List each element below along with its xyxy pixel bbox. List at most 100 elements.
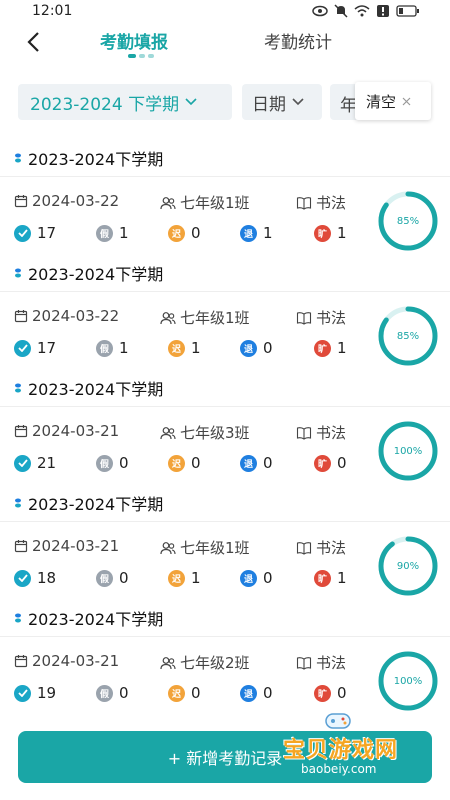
attendance-record-card[interactable]: 2024-03-21 七年级3班 书法 21 假 0 迟 0 退 0 旷 0 1… [0, 408, 450, 485]
attendance-rate-ring: 85% [377, 305, 439, 367]
people-icon [160, 311, 176, 324]
back-icon[interactable] [22, 30, 46, 54]
attendance-rate-label: 100% [393, 675, 423, 687]
record-group: 2023-2024下学期 2024-03-21 七年级1班 书法 18 假 0 … [0, 485, 450, 600]
early-leave-count: 退 0 [240, 684, 273, 702]
present-count: 19 [14, 684, 56, 702]
attendance-rate-label: 100% [393, 445, 423, 457]
record-subject: 书法 [296, 307, 346, 328]
absent-value: 0 [337, 684, 347, 702]
term-header: 2023-2024下学期 [0, 255, 163, 291]
early-leave-badge-icon: 退 [240, 339, 257, 357]
attendance-record-card[interactable]: 2024-03-22 七年级1班 书法 17 [0, 178, 450, 255]
term-header: 2023-2024下学期 [0, 485, 163, 521]
term-marker-icon [15, 498, 21, 508]
attendance-rate-label: 85% [396, 215, 420, 227]
present-value: 17 [37, 224, 57, 242]
watermark-text: 宝贝游戏网 [283, 738, 399, 763]
date-filter-dropdown[interactable]: 日期 [242, 84, 322, 120]
term-filter-label: 2023-2024 下学期 [30, 94, 180, 115]
attendance-record-card[interactable]: 2024-03-22 七年级1班 书法 17 [0, 293, 450, 370]
term-marker-icon [15, 383, 21, 393]
record-date-text: 2024-03-22 [32, 192, 120, 210]
present-check-icon [14, 684, 31, 702]
status-time: 12:01 [32, 3, 73, 19]
record-date: 2024-03-21 [14, 652, 119, 670]
attendance-record-card[interactable]: 2024-03-21 七年级1班 书法 18 假 0 迟 1 退 0 旷 1 9… [0, 523, 450, 600]
calendar-icon [14, 195, 28, 208]
calendar-icon [14, 540, 28, 553]
status-bar: 12:01 [0, 0, 450, 24]
absent-count: 旷 1 [314, 224, 347, 242]
record-date: 2024-03-22 [14, 307, 119, 325]
divider [0, 406, 450, 407]
people-icon [160, 426, 176, 439]
present-check-icon [14, 224, 31, 242]
clear-filters-button[interactable]: 清空 [355, 82, 431, 120]
late-badge-icon: 迟 [168, 339, 185, 357]
tab-attendance-stats[interactable]: 考勤统计 [264, 28, 332, 53]
filter-bar: 2023-2024 下学期 日期 年 清空 [0, 80, 450, 124]
late-badge-icon: 迟 [168, 224, 185, 242]
term-filter-dropdown[interactable]: 2023-2024 下学期 [18, 84, 232, 120]
people-icon [160, 656, 176, 669]
calendar-icon [14, 655, 28, 668]
leave-count: 假 1 [96, 224, 129, 242]
present-check-icon [14, 454, 31, 472]
absent-badge-icon: 旷 [314, 684, 331, 702]
people-icon [160, 541, 176, 554]
leave-value: 1 [119, 224, 129, 242]
early-leave-count: 退 1 [240, 224, 273, 242]
tab-attendance-entry[interactable]: 考勤填报 [100, 28, 168, 53]
divider [0, 291, 450, 292]
term-header: 2023-2024下学期 [0, 370, 163, 406]
leave-count: 假 0 [96, 569, 129, 587]
book-icon [296, 426, 312, 440]
early-leave-count: 退 0 [240, 454, 273, 472]
attendance-rate-ring: 100% [377, 650, 439, 712]
present-value: 17 [37, 339, 57, 357]
record-date-text: 2024-03-22 [32, 307, 120, 325]
book-icon [296, 196, 312, 210]
absent-value: 1 [337, 339, 347, 357]
record-subject: 书法 [296, 192, 346, 213]
record-subject: 书法 [296, 652, 346, 673]
record-group: 2023-2024下学期 2024-03-22 七年级1班 书法 17 假 1 … [0, 255, 450, 370]
chevron-down-icon [292, 98, 304, 106]
leave-value: 1 [119, 339, 129, 357]
present-value: 18 [37, 569, 57, 587]
record-class-text: 七年级1班 [180, 194, 250, 212]
book-icon [296, 541, 312, 555]
term-title: 2023-2024下学期 [28, 150, 164, 169]
early-leave-count: 退 0 [240, 569, 273, 587]
people-icon [160, 196, 176, 209]
early-leave-badge-icon: 退 [240, 684, 257, 702]
term-title: 2023-2024下学期 [28, 380, 164, 399]
attendance-rate-ring: 90% [377, 535, 439, 597]
present-value: 19 [37, 684, 57, 702]
record-group: 2023-2024下学期 2024-03-21 七年级2班 书法 19 假 0 … [0, 600, 450, 715]
date-filter-label: 日期 [252, 94, 286, 115]
record-date: 2024-03-21 [14, 537, 119, 555]
leave-value: 0 [119, 569, 129, 587]
present-count: 21 [14, 454, 56, 472]
record-class: 七年级1班 [160, 192, 250, 213]
record-subject: 书法 [296, 422, 346, 443]
wifi-icon [354, 5, 370, 17]
term-marker-icon [15, 268, 21, 278]
term-marker-icon [15, 153, 21, 163]
attendance-record-card[interactable]: 2024-03-21 七年级2班 书法 19 假 0 迟 0 退 0 旷 0 1… [0, 638, 450, 715]
divider [0, 521, 450, 522]
present-count: 18 [14, 569, 56, 587]
record-date: 2024-03-21 [14, 422, 119, 440]
absent-count: 旷 1 [314, 569, 347, 587]
absent-badge-icon: 旷 [314, 339, 331, 357]
term-title: 2023-2024下学期 [28, 610, 164, 629]
record-date-text: 2024-03-21 [32, 652, 120, 670]
term-marker-icon [15, 613, 21, 623]
divider [0, 636, 450, 637]
leave-value: 0 [119, 684, 129, 702]
divider [0, 176, 450, 177]
record-class-text: 七年级2班 [180, 654, 250, 672]
late-value: 0 [191, 684, 201, 702]
